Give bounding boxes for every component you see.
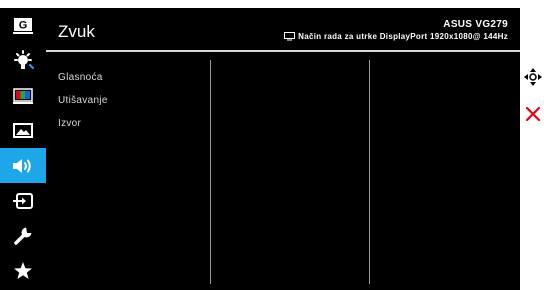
sidebar-item-my-favorite[interactable] xyxy=(0,253,46,288)
svg-text:G: G xyxy=(19,19,28,31)
sidebar-item-blue-light[interactable] xyxy=(0,43,46,78)
navigate-control[interactable] xyxy=(523,67,543,87)
column-divider xyxy=(210,60,211,284)
sidebar-item-input-select[interactable] xyxy=(0,183,46,218)
sidebar-item-sound[interactable] xyxy=(0,148,46,183)
main-menu-sidebar: G xyxy=(0,8,46,290)
navigate-icon xyxy=(524,68,542,86)
sidebar-item-gameplus[interactable]: G xyxy=(0,8,46,43)
submenu-panel: Zvuk ASUS VG279 Način rada za utrke Disp… xyxy=(46,8,520,290)
sidebar-item-image[interactable] xyxy=(0,113,46,148)
page-title: Zvuk xyxy=(58,22,95,41)
monitor-icon xyxy=(284,32,296,41)
submenu-list: Glasnoća Utišavanje Izvor xyxy=(58,66,108,135)
model-name: ASUS VG279 xyxy=(443,19,508,30)
my-favorite-icon xyxy=(14,261,32,279)
mode-status-text: Način rada za utrke DisplayPort 1920x108… xyxy=(298,32,508,41)
menu-item-volume[interactable]: Glasnoća xyxy=(58,66,108,89)
mode-status: Način rada za utrke DisplayPort 1920x108… xyxy=(284,32,508,41)
blue-light-filter-icon xyxy=(14,49,34,69)
sidebar-item-system-setup[interactable] xyxy=(0,218,46,253)
sidebar-item-color[interactable] xyxy=(0,78,46,113)
gameplus-icon: G xyxy=(13,17,33,34)
sound-icon xyxy=(13,158,31,173)
header-divider xyxy=(46,50,520,52)
menu-item-mute[interactable]: Utišavanje xyxy=(58,89,108,112)
exit-control[interactable] xyxy=(523,104,543,124)
close-icon xyxy=(525,106,541,122)
color-icon xyxy=(13,87,33,104)
column-divider xyxy=(369,60,370,284)
input-select-icon xyxy=(13,192,33,209)
image-icon xyxy=(13,122,33,138)
system-setup-icon xyxy=(14,226,32,245)
menu-item-source[interactable]: Izvor xyxy=(58,112,108,135)
osd-window: G Zvuk ASUS VG279 Način rada za utrke Di… xyxy=(0,8,520,290)
